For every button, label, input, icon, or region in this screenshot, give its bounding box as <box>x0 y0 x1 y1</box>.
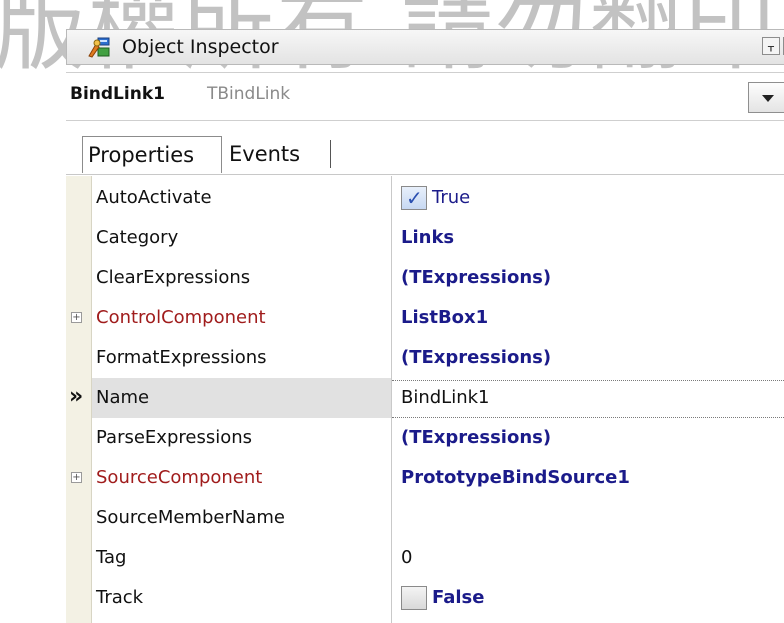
autoactivate-checkbox[interactable]: ✓ <box>401 186 427 210</box>
property-row[interactable]: + ControlComponent ListBox1 <box>66 298 784 338</box>
property-value: (TExpressions) <box>401 347 552 368</box>
pin-icon: ᚁ <box>768 39 774 53</box>
property-name: ClearExpressions <box>96 267 251 288</box>
property-name: ControlComponent <box>96 307 266 328</box>
property-row[interactable]: AutoActivate ✓ True <box>66 178 784 218</box>
property-row[interactable]: ClearExpressions (TExpressions) <box>66 258 784 298</box>
check-icon: ✓ <box>406 186 423 210</box>
property-row[interactable]: SourceMemberName <box>66 498 784 538</box>
property-name: Category <box>96 227 179 248</box>
property-grid: AutoActivate ✓ True Category Links Clear… <box>66 176 784 623</box>
property-name: FormatExpressions <box>96 347 267 368</box>
object-inspector-icon <box>88 37 110 58</box>
tab-baseline <box>66 174 784 175</box>
tab-events[interactable]: Events <box>224 136 324 173</box>
selected-component-type: TBindLink <box>207 84 291 104</box>
component-selector[interactable]: BindLink1 TBindLink <box>66 72 784 121</box>
property-row[interactable]: FormatExpressions (TExpressions) <box>66 338 784 378</box>
expand-icon[interactable]: + <box>71 472 82 483</box>
property-row[interactable]: + SourceComponent PrototypeBindSource1 <box>66 458 784 498</box>
property-value: True <box>432 187 471 208</box>
property-row[interactable]: Category Links <box>66 218 784 258</box>
property-value: (TExpressions) <box>401 427 552 448</box>
property-value: ListBox1 <box>401 307 489 328</box>
track-checkbox[interactable] <box>401 586 427 610</box>
tab-divider <box>330 140 331 168</box>
property-value: PrototypeBindSource1 <box>401 467 630 488</box>
property-name: Track <box>96 587 144 608</box>
property-name: AutoActivate <box>96 187 212 208</box>
property-value: (TExpressions) <box>401 267 552 288</box>
property-name: Name <box>96 387 150 408</box>
property-name: SourceComponent <box>96 467 263 488</box>
expand-icon[interactable]: + <box>71 312 82 323</box>
property-name: SourceMemberName <box>96 507 285 528</box>
property-row[interactable]: Track False <box>66 578 784 618</box>
property-row[interactable]: ParseExpressions (TExpressions) <box>66 418 784 458</box>
property-value: 0 <box>401 547 413 568</box>
property-value: Links <box>401 227 455 248</box>
property-value: BindLink1 <box>401 387 490 408</box>
selected-component-name: BindLink1 <box>70 84 165 104</box>
window-title: Object Inspector <box>122 36 279 58</box>
current-row-marker-icon: » <box>69 384 84 409</box>
property-name: Tag <box>96 547 127 568</box>
property-row[interactable]: Tag 0 <box>66 538 784 578</box>
selector-dropdown-button[interactable] <box>748 82 784 113</box>
property-row-selected[interactable]: » Name BindLink1 <box>66 378 784 418</box>
property-name: ParseExpressions <box>96 427 253 448</box>
tab-properties[interactable]: Properties <box>82 136 222 173</box>
pin-button[interactable]: ᚁ <box>762 37 780 55</box>
title-bar: Object Inspector ᚁ ☒ <box>66 29 784 65</box>
column-divider[interactable] <box>391 176 392 623</box>
property-value: False <box>432 587 485 608</box>
